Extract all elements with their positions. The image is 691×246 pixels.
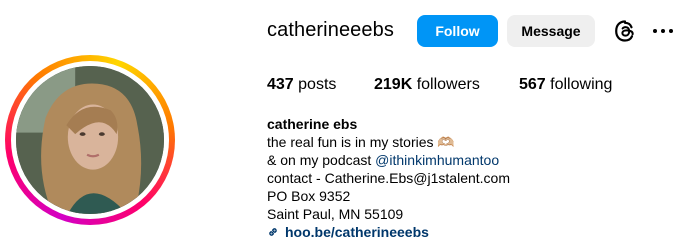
message-button[interactable]: Message — [507, 15, 595, 47]
bio-contact-line: contact - Catherine.Ebs@j1stalent.com — [267, 170, 510, 186]
following-count: 567 — [519, 76, 546, 93]
bio-external-link[interactable]: hoo.be/catherineeebs — [267, 223, 510, 241]
profile-bio: catherine ebs the real fun is in my stor… — [267, 115, 510, 241]
avatar-photo-illustration — [16, 66, 164, 214]
follow-button[interactable]: Follow — [417, 15, 498, 47]
threads-icon[interactable] — [613, 19, 637, 43]
followers-stat[interactable]: 219K followers — [374, 76, 480, 94]
posts-stat: 437 posts — [267, 76, 336, 94]
profile-header: catherineeebs Follow Message 437 posts 2… — [0, 0, 691, 246]
following-label: following — [550, 76, 613, 93]
profile-username: catherineeebs — [267, 19, 394, 41]
bio-line: the real fun is in my stories 🫶🏼 — [267, 134, 455, 150]
bio-podcast-text: & on my podcast — [267, 152, 376, 168]
followers-label: followers — [416, 76, 480, 93]
bio-address-line: PO Box 9352 — [267, 188, 351, 204]
posts-label: posts — [298, 76, 337, 93]
avatar — [16, 66, 164, 214]
posts-count: 437 — [267, 76, 294, 93]
following-stat[interactable]: 567 following — [519, 76, 612, 94]
bio-display-name: catherine ebs — [267, 116, 358, 132]
followers-count: 219K — [374, 76, 413, 93]
podcast-mention-link[interactable]: @ithinkimhumantoo — [375, 152, 499, 168]
bio-podcast-line: & on my podcast @ithinkimhumantoo — [267, 151, 510, 169]
more-options-icon[interactable] — [653, 22, 677, 40]
bio-link-text: hoo.be/catherineeebs — [285, 224, 429, 240]
link-icon — [269, 228, 277, 236]
bio-city-line: Saint Paul, MN 55109 — [267, 206, 404, 222]
avatar-story-ring[interactable] — [5, 55, 175, 225]
